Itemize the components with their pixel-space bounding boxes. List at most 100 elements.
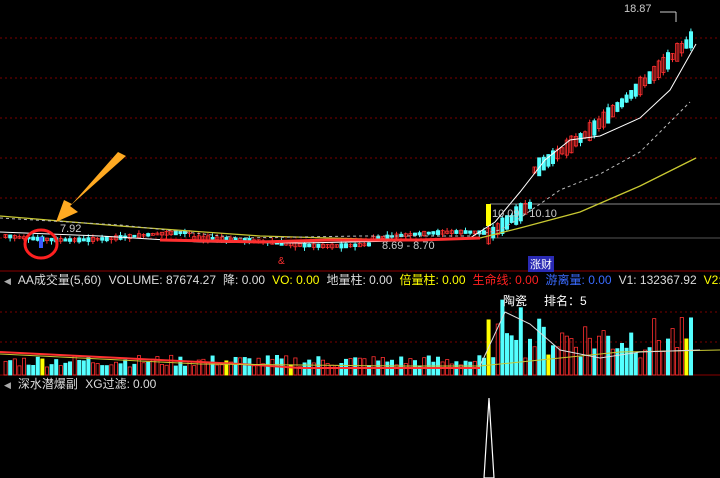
volume-bar <box>182 365 187 376</box>
volume-bar <box>49 364 54 376</box>
volume-bar <box>366 364 371 376</box>
volume-stat-6: 游离量: 0.00 <box>545 273 612 287</box>
candle-body <box>81 238 86 242</box>
volume-bar <box>514 339 519 376</box>
collapse-triangle-icon[interactable]: ◀ <box>4 377 11 393</box>
candle-body <box>592 120 597 136</box>
candle-body <box>68 238 73 242</box>
candle-body <box>366 242 371 247</box>
volume-bar <box>592 348 597 376</box>
candle-body <box>491 226 496 239</box>
volume-bar <box>215 364 220 376</box>
sector-note: 陶瓷 <box>503 294 528 308</box>
volume-bar <box>54 359 59 376</box>
candle-body <box>35 236 40 241</box>
candle-body <box>463 230 468 234</box>
volume-bar <box>537 318 542 376</box>
candle-body <box>316 243 321 248</box>
high-price-label: 18.87 <box>624 3 652 15</box>
volume-bar <box>620 342 625 376</box>
volume-bar <box>219 364 224 376</box>
volume-bar <box>670 328 675 376</box>
candle-body <box>620 98 625 108</box>
volume-bar <box>330 364 335 376</box>
candle-body <box>468 230 473 234</box>
volume-bar <box>583 326 588 376</box>
candle-body <box>224 237 229 241</box>
volume-bar <box>256 357 261 376</box>
candlestick-chart[interactable] <box>0 0 720 272</box>
volume-bar <box>3 360 8 376</box>
collapse-triangle-icon[interactable]: ◀ <box>4 273 11 289</box>
indicator-item-value: 0.00 <box>132 377 157 391</box>
candle-body <box>86 237 91 242</box>
zhangcai-marker[interactable]: 涨财 <box>528 256 554 272</box>
volume-bar <box>192 365 197 376</box>
candle-body <box>647 71 652 84</box>
candle-body <box>426 231 431 235</box>
indicator-item-label: XG过滤: <box>85 377 130 391</box>
indicator-pane[interactable]: ◀ 深水潜爆副 XG过滤: 0.00 <box>0 376 720 478</box>
volume-bar <box>504 333 509 376</box>
volume-bar <box>68 361 73 376</box>
volume-bar <box>689 317 694 376</box>
volume-bar <box>12 358 17 376</box>
candle-body <box>31 236 36 241</box>
volume-bar <box>633 352 638 376</box>
volume-bar <box>127 366 132 376</box>
candle-body <box>385 234 390 239</box>
volume-bar <box>528 338 533 376</box>
volume-bar <box>40 358 45 376</box>
candle-body <box>8 234 13 239</box>
ma5-line <box>0 43 697 244</box>
candle-body <box>307 243 312 248</box>
volume-stat-8: V2: 11 <box>703 273 720 287</box>
volume-bar <box>523 357 528 376</box>
volume-stat-7: V1: 132367.92 <box>618 273 697 287</box>
volume-stat-3: 地量柱: 0.00 <box>326 273 393 287</box>
indicator-header: ◀ 深水潜爆副 XG过滤: 0.00 <box>0 376 720 392</box>
volume-bar <box>353 357 358 376</box>
volume-bar <box>334 364 339 376</box>
volume-bar <box>159 363 164 376</box>
volume-bar <box>643 349 648 376</box>
volume-bar <box>146 361 151 376</box>
candle-body <box>104 235 109 242</box>
volume-bar <box>638 357 643 376</box>
annotation-arrow <box>56 152 126 222</box>
volume-bar <box>72 355 77 376</box>
range-annotation-lower: 8.69 - 8.70 <box>382 240 435 252</box>
candle-body <box>302 242 307 248</box>
candle-body <box>353 243 358 248</box>
volume-bar <box>560 332 565 376</box>
breakout-candle <box>486 204 491 226</box>
volume-stat-1: 降: 0.00 <box>223 273 266 287</box>
volume-bar <box>491 357 496 376</box>
candle-body <box>606 107 611 124</box>
volume-bar <box>495 323 500 376</box>
volume-bar <box>45 366 50 376</box>
volume-bar <box>251 365 256 376</box>
volume-bar <box>293 357 298 376</box>
indicator-title: 深水潜爆副 <box>17 377 78 391</box>
volume-stat-5: 生命线: 0.00 <box>472 273 539 287</box>
volume-bar <box>362 358 367 376</box>
volume-bar <box>675 347 680 376</box>
volume-bar <box>679 317 684 376</box>
volume-bar <box>141 362 146 376</box>
candle-body <box>417 232 422 236</box>
volume-pane[interactable]: ◀ AA成交量(5,60) VOLUME: 87674.27 降: 0.00 VO: … <box>0 272 720 376</box>
price-chart-pane[interactable]: 18.87 7.92 10.09 - 10.10 8.69 - 8.70 涨财 … <box>0 0 720 272</box>
volume-stat-2: VO: 0.00 <box>272 273 320 287</box>
candle-body <box>666 52 671 70</box>
candle-body <box>343 243 348 249</box>
signal-flag: & <box>278 256 285 267</box>
volume-bar <box>21 357 26 376</box>
volume-stat-4: 倍量柱: 0.00 <box>399 273 466 287</box>
volume-bar <box>238 357 243 376</box>
candle-body <box>435 230 440 235</box>
volume-bar <box>100 365 105 376</box>
volume-bar <box>118 363 123 376</box>
volume-bar <box>574 346 579 376</box>
volume-bar <box>666 338 671 376</box>
